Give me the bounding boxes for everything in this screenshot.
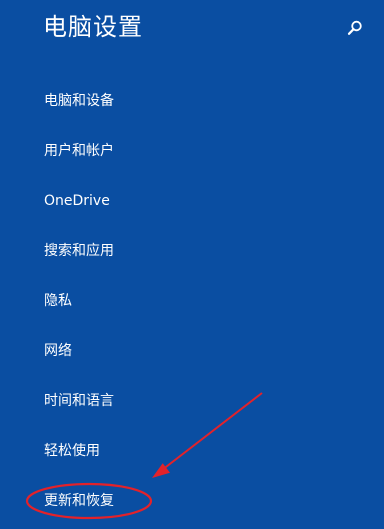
nav-item-ease-of-access[interactable]: 轻松使用: [44, 440, 100, 462]
nav-item-accounts[interactable]: 用户和帐户: [44, 140, 114, 162]
settings-nav: 电脑和设备 用户和帐户 OneDrive 搜索和应用 隐私 网络 时间和语言 轻…: [0, 0, 384, 529]
nav-item-onedrive[interactable]: OneDrive: [44, 190, 110, 212]
nav-item-pc-and-devices[interactable]: 电脑和设备: [44, 90, 114, 112]
nav-item-search-and-apps[interactable]: 搜索和应用: [44, 240, 114, 262]
nav-item-time-and-language[interactable]: 时间和语言: [44, 390, 114, 412]
nav-item-privacy[interactable]: 隐私: [44, 290, 72, 312]
nav-item-update-and-recovery[interactable]: 更新和恢复: [44, 490, 114, 512]
nav-item-network[interactable]: 网络: [44, 340, 72, 362]
